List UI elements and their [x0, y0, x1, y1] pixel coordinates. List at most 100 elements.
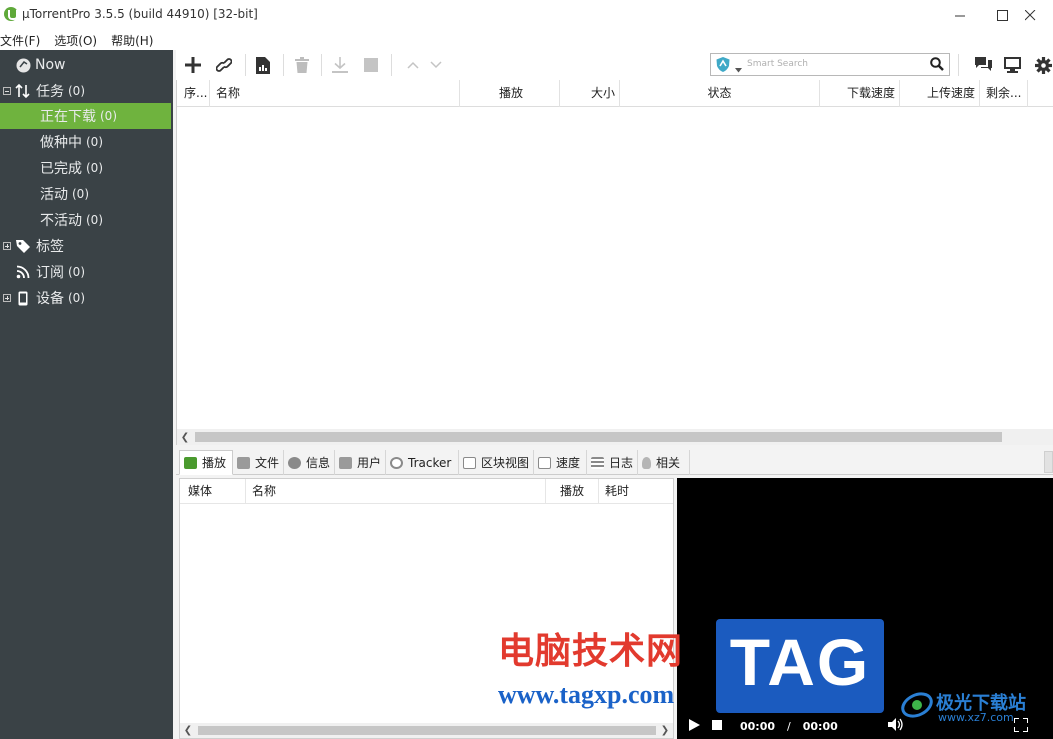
search-provider-shield-icon[interactable]	[716, 57, 730, 75]
tab-peers[interactable]: 用户	[335, 450, 386, 475]
sidebar-item-tasks[interactable]: 任务 (0)	[0, 78, 173, 104]
tab-tracker[interactable]: Tracker	[386, 450, 459, 475]
play-tab-icon	[184, 456, 197, 469]
search-input[interactable]: Smart Search	[747, 59, 808, 69]
scroll-left-icon[interactable]: ❮	[177, 429, 193, 445]
toolbar-separator	[391, 54, 392, 76]
tab-pieces[interactable]: 区块视图	[459, 450, 534, 475]
scroll-left-icon[interactable]: ❮	[180, 723, 196, 738]
scrollbar-thumb[interactable]	[195, 432, 1002, 442]
add-url-icon	[216, 58, 232, 72]
phone-icon	[15, 290, 31, 306]
move-down-button[interactable]	[426, 56, 446, 74]
toolbar-separator	[958, 54, 959, 76]
play-icon	[689, 718, 700, 731]
fullscreen-button[interactable]	[1012, 716, 1029, 735]
media-list-header: 媒体 名称 播放 耗时	[180, 479, 673, 504]
now-icon	[15, 57, 31, 73]
sidebar-item-completed[interactable]: 已完成 (0)	[0, 155, 173, 181]
maximize-icon	[996, 9, 1008, 21]
sidebar-item-label: 活动	[40, 187, 68, 203]
remote-button[interactable]	[1002, 56, 1022, 74]
settings-button[interactable]	[1033, 56, 1053, 74]
collapse-icon[interactable]	[3, 87, 11, 95]
time-separator: /	[787, 719, 791, 733]
window-title: µTorrentPro 3.5.5 (build 44910) [32-bit]	[22, 7, 258, 21]
close-icon	[1024, 9, 1035, 20]
torrent-list[interactable]: 序... 名称 播放 大小 状态 下载速度 上传速度 剩余... ❮	[176, 80, 1053, 445]
column-header-name[interactable]: 名称	[210, 80, 460, 107]
menu-file[interactable]: 文件(F)	[0, 30, 40, 50]
expand-icon[interactable]	[3, 294, 11, 302]
sidebar-item-feeds[interactable]: 订阅 (0)	[0, 259, 173, 285]
chevron-down-icon[interactable]	[735, 62, 742, 76]
watermark-url-text: www.tagxp.com	[498, 680, 675, 709]
close-button[interactable]	[1007, 0, 1053, 30]
play-button[interactable]	[689, 718, 700, 734]
sidebar: Now 任务 (0) 正在下载 (0) 做种中 (0) 已完成 (0) 活动 (…	[0, 50, 173, 739]
sidebar-item-inactive[interactable]: 不活动 (0)	[0, 207, 173, 233]
stop-icon	[364, 58, 378, 72]
menu-options[interactable]: 选项(O)	[54, 30, 97, 50]
column-header-remaining[interactable]: 剩余...	[980, 80, 1028, 107]
rss-icon	[15, 264, 31, 280]
remove-icon	[295, 57, 309, 73]
move-up-button[interactable]	[403, 56, 423, 74]
move-up-icon	[407, 61, 419, 69]
tab-speed[interactable]: 速度	[534, 450, 587, 475]
sidebar-item-devices[interactable]: 设备 (0)	[0, 285, 173, 311]
sidebar-item-count: (0)	[86, 161, 103, 175]
smart-search-box[interactable]: Smart Search	[710, 53, 950, 76]
sidebar-item-labels[interactable]: 标签	[0, 233, 173, 259]
column-header-size[interactable]: 大小	[560, 80, 620, 107]
info-icon	[288, 456, 301, 469]
sidebar-item-seeding[interactable]: 做种中 (0)	[0, 129, 173, 155]
download-button[interactable]	[330, 56, 350, 74]
scroll-right-icon[interactable]: ❯	[657, 723, 673, 738]
column-header-media[interactable]: 媒体	[180, 479, 246, 504]
menu-help[interactable]: 帮助(H)	[111, 30, 153, 50]
column-header-upload-speed[interactable]: 上传速度	[900, 80, 980, 107]
column-header-play[interactable]: 播放	[460, 80, 560, 107]
search-icon[interactable]	[930, 57, 944, 74]
tab-related[interactable]: 相关	[638, 450, 690, 475]
settings-icon	[1034, 56, 1052, 74]
remove-button[interactable]	[292, 56, 312, 74]
remote-icon	[1003, 57, 1021, 73]
chat-button[interactable]	[973, 56, 993, 74]
column-header-status[interactable]: 状态	[620, 80, 820, 107]
column-header-play[interactable]: 播放	[546, 479, 599, 504]
stop-button[interactable]	[712, 719, 722, 733]
sidebar-item-label: 订阅	[36, 265, 64, 281]
column-header-index[interactable]: 序...	[177, 80, 210, 107]
tab-play[interactable]: 播放	[179, 450, 233, 475]
sidebar-item-active[interactable]: 活动 (0)	[0, 181, 173, 207]
add-url-button[interactable]	[214, 56, 234, 74]
watermark-tag-logo: TAG	[716, 619, 884, 713]
create-torrent-button[interactable]	[253, 56, 273, 74]
minimize-button[interactable]	[937, 0, 983, 30]
expand-icon[interactable]	[3, 242, 11, 250]
time-total: 00:00	[802, 719, 838, 733]
sidebar-item-count: (0)	[68, 84, 85, 98]
stop-button[interactable]	[361, 56, 381, 74]
sidebar-item-now[interactable]: Now	[0, 52, 173, 78]
tab-info[interactable]: 信息	[284, 450, 335, 475]
scrollbar-thumb[interactable]	[198, 726, 656, 735]
torrent-list-horizontal-scrollbar[interactable]: ❮	[177, 429, 1053, 445]
log-lines-icon	[591, 456, 604, 469]
panel-resize-handle[interactable]	[1044, 451, 1053, 473]
sidebar-item-count: (0)	[86, 213, 103, 227]
tab-files[interactable]: 文件	[233, 450, 284, 475]
sidebar-item-count: (0)	[72, 187, 89, 201]
tab-logger[interactable]: 日志	[587, 450, 638, 475]
column-header-download-speed[interactable]: 下载速度	[820, 80, 900, 107]
sidebar-item-count: (0)	[68, 291, 85, 305]
media-list-horizontal-scrollbar[interactable]: ❮ ❯	[180, 723, 673, 738]
add-torrent-button[interactable]	[183, 56, 203, 74]
sidebar-item-downloading[interactable]: 正在下载 (0)	[0, 103, 171, 129]
column-header-name[interactable]: 名称	[246, 479, 546, 504]
watermark-site-logo-icon	[900, 688, 934, 725]
utorrent-logo-icon	[4, 7, 18, 21]
column-header-duration[interactable]: 耗时	[599, 479, 673, 504]
